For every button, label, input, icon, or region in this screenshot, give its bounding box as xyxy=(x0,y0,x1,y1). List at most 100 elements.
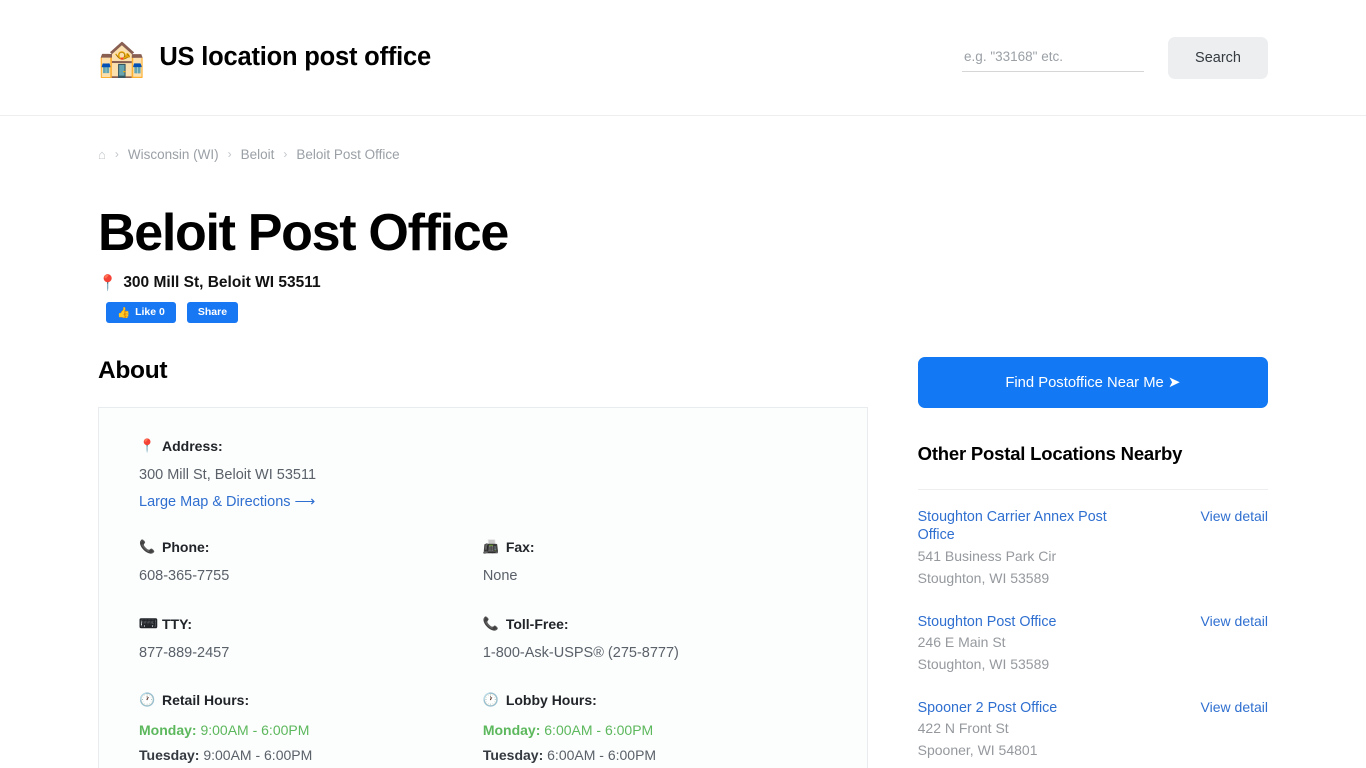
view-detail-link[interactable]: View detail xyxy=(1201,508,1268,589)
tty-label: TTY: xyxy=(162,615,193,632)
breadcrumb-separator: › xyxy=(227,147,232,161)
nearby-info: Spooner 2 Post Office 422 N Front St Spo… xyxy=(918,699,1058,761)
tollfree-label: Toll-Free: xyxy=(505,615,569,632)
nearby-citystate: Spooner, WI 54801 xyxy=(917,742,1038,759)
nearby-location-link[interactable]: Stoughton Post Office xyxy=(918,613,1057,632)
site-header: 🏤 US location post office Search xyxy=(0,0,1366,116)
info-lobby-hours: 🕐 Lobby Hours: Monday: 6:00AM - 6:00PM T… xyxy=(483,692,827,768)
nearby-divider xyxy=(917,488,1268,490)
nearby-street: 541 Business Park Cir xyxy=(917,547,1057,564)
view-detail-link[interactable]: View detail xyxy=(1201,613,1268,675)
breadcrumb-separator: › xyxy=(283,147,288,161)
fax-label-row: 📠 Fax: xyxy=(483,539,817,555)
info-tollfree: 📞 Toll-Free: 1-800-Ask-USPS® (275-8777) xyxy=(483,616,827,664)
nearby-location-link[interactable]: Stoughton Carrier Annex Post Office xyxy=(918,508,1128,545)
page-title-section: Beloit Post Office 📍 300 Mill St, Beloit… xyxy=(0,172,1366,323)
hours-row: Tuesday: 9:00AM - 6:00PM xyxy=(139,743,473,768)
post-office-emoji-icon: 🏤 xyxy=(98,36,146,79)
search-button[interactable]: Search xyxy=(1168,36,1268,79)
large-map-directions-link[interactable]: Large Map & Directions ⟶ xyxy=(139,494,315,510)
info-fax: 📠 Fax: None xyxy=(483,539,827,587)
nearby-street: 422 N Front St xyxy=(917,720,1009,737)
tty-value: 877-889-2457 xyxy=(139,644,230,661)
paper-plane-icon: ➤ xyxy=(1167,374,1181,391)
phone-label-row: 📞 Phone: xyxy=(139,539,473,555)
tollfree-label-row: 📞 Toll-Free: xyxy=(483,616,817,632)
home-icon[interactable]: ⌂ xyxy=(98,147,106,162)
list-item: Stoughton Carrier Annex Post Office 541 … xyxy=(918,508,1268,589)
search-input[interactable] xyxy=(962,43,1145,72)
breadcrumb-item-state[interactable]: Wisconsin (WI) xyxy=(128,147,219,162)
address-label: Address: xyxy=(162,437,223,454)
site-title: US location post office xyxy=(159,43,431,71)
facebook-share-label: Share xyxy=(197,306,228,319)
map-pin-icon: 📍 xyxy=(139,437,156,453)
fax-label: Fax: xyxy=(505,539,535,556)
nearby-heading: Other Postal Locations Nearby xyxy=(917,442,1183,464)
hours-row: Monday: 6:00AM - 6:00PM xyxy=(483,718,817,743)
page-title: Beloit Post Office xyxy=(98,204,509,262)
tty-icon: ⌨ xyxy=(139,615,158,631)
hours-time: 9:00AM - 6:00PM xyxy=(203,747,313,764)
breadcrumb-separator: › xyxy=(114,147,119,161)
map-pin-icon: 📍 xyxy=(98,274,118,292)
facebook-like-button[interactable]: 👍 Like 0 xyxy=(106,301,176,323)
brand[interactable]: 🏤 US location post office xyxy=(98,39,431,77)
about-column: About 📍 Address: 300 Mill St, Beloit WI … xyxy=(98,357,868,768)
lobby-hours-label: Lobby Hours: xyxy=(505,692,597,708)
tollfree-value: 1-800-Ask-USPS® (275-8777) xyxy=(482,644,679,661)
retail-hours-label: Retail Hours: xyxy=(162,692,250,708)
info-address: 📍 Address: 300 Mill St, Beloit WI 53511 … xyxy=(139,438,483,511)
nearby-street: 246 E Main St xyxy=(917,634,1006,651)
fax-value: None xyxy=(482,568,518,585)
main-content: About 📍 Address: 300 Mill St, Beloit WI … xyxy=(0,323,1366,768)
phone-label: Phone: xyxy=(162,539,210,556)
page-address: 📍 300 Mill St, Beloit WI 53511 xyxy=(98,274,1268,293)
phone-icon: 📞 xyxy=(139,539,156,555)
info-phone: 📞 Phone: 608-365-7755 xyxy=(139,539,483,587)
breadcrumb-item-city[interactable]: Beloit xyxy=(241,147,275,162)
hours-day: Monday: xyxy=(482,722,541,738)
hours-day: Monday: xyxy=(139,722,197,738)
tty-label-row: ⌨ TTY: xyxy=(139,616,473,632)
address-label-row: 📍 Address: xyxy=(139,438,473,454)
find-button-label: Find Postoffice Near Me xyxy=(1005,374,1164,391)
info-retail-hours: 🕐 Retail Hours: Monday: 9:00AM - 6:00PM … xyxy=(139,692,483,768)
hours-row: Monday: 9:00AM - 6:00PM xyxy=(139,718,473,743)
thumbs-up-icon: 👍 xyxy=(117,306,131,319)
view-detail-link[interactable]: View detail xyxy=(1201,699,1268,761)
page-address-text: 300 Mill St, Beloit WI 53511 xyxy=(123,274,321,292)
find-postoffice-near-me-button[interactable]: Find Postoffice Near Me ➤ xyxy=(917,356,1268,408)
list-item: Spooner 2 Post Office 422 N Front St Spo… xyxy=(918,699,1268,761)
phone-value: 608-365-7755 xyxy=(139,568,230,585)
breadcrumb: ⌂ › Wisconsin (WI) › Beloit › Beloit Pos… xyxy=(0,116,1366,172)
about-card: 📍 Address: 300 Mill St, Beloit WI 53511 … xyxy=(98,406,868,768)
social-buttons: 👍 Like 0 Share xyxy=(98,301,1268,323)
list-item: Stoughton Post Office 246 E Main St Stou… xyxy=(918,613,1268,675)
hours-day: Tuesday: xyxy=(139,747,200,764)
facebook-share-button[interactable]: Share xyxy=(186,301,239,323)
facebook-like-label: Like 0 xyxy=(135,306,165,319)
address-value: 300 Mill St, Beloit WI 53511 xyxy=(139,466,317,483)
fax-icon: 📠 xyxy=(482,539,499,555)
retail-hours-label-row: 🕐 Retail Hours: xyxy=(139,692,473,708)
hours-time: 9:00AM - 6:00PM xyxy=(200,722,310,738)
clock-icon: 🕐 xyxy=(482,692,499,707)
nearby-location-link[interactable]: Spooner 2 Post Office xyxy=(918,699,1058,718)
hours-row: Tuesday: 6:00AM - 6:00PM xyxy=(483,743,817,768)
nearby-citystate: Stoughton, WI 53589 xyxy=(917,655,1050,672)
hours-day: Tuesday: xyxy=(482,747,544,764)
nearby-info: Stoughton Post Office 246 E Main St Stou… xyxy=(918,613,1057,675)
info-grid: 📍 Address: 300 Mill St, Beloit WI 53511 … xyxy=(139,438,827,768)
lobby-hours-label-row: 🕐 Lobby Hours: xyxy=(483,692,817,708)
clock-icon: 🕐 xyxy=(139,692,156,707)
sidebar: Find Postoffice Near Me ➤ Other Postal L… xyxy=(917,356,1268,768)
hours-time: 6:00AM - 6:00PM xyxy=(544,722,654,738)
info-tty: ⌨ TTY: 877-889-2457 xyxy=(139,616,483,664)
nearby-citystate: Stoughton, WI 53589 xyxy=(917,569,1050,586)
nearby-info: Stoughton Carrier Annex Post Office 541 … xyxy=(918,508,1128,589)
hours-time: 6:00AM - 6:00PM xyxy=(547,747,657,764)
header-actions: Search xyxy=(962,36,1268,79)
about-heading: About xyxy=(98,356,168,384)
